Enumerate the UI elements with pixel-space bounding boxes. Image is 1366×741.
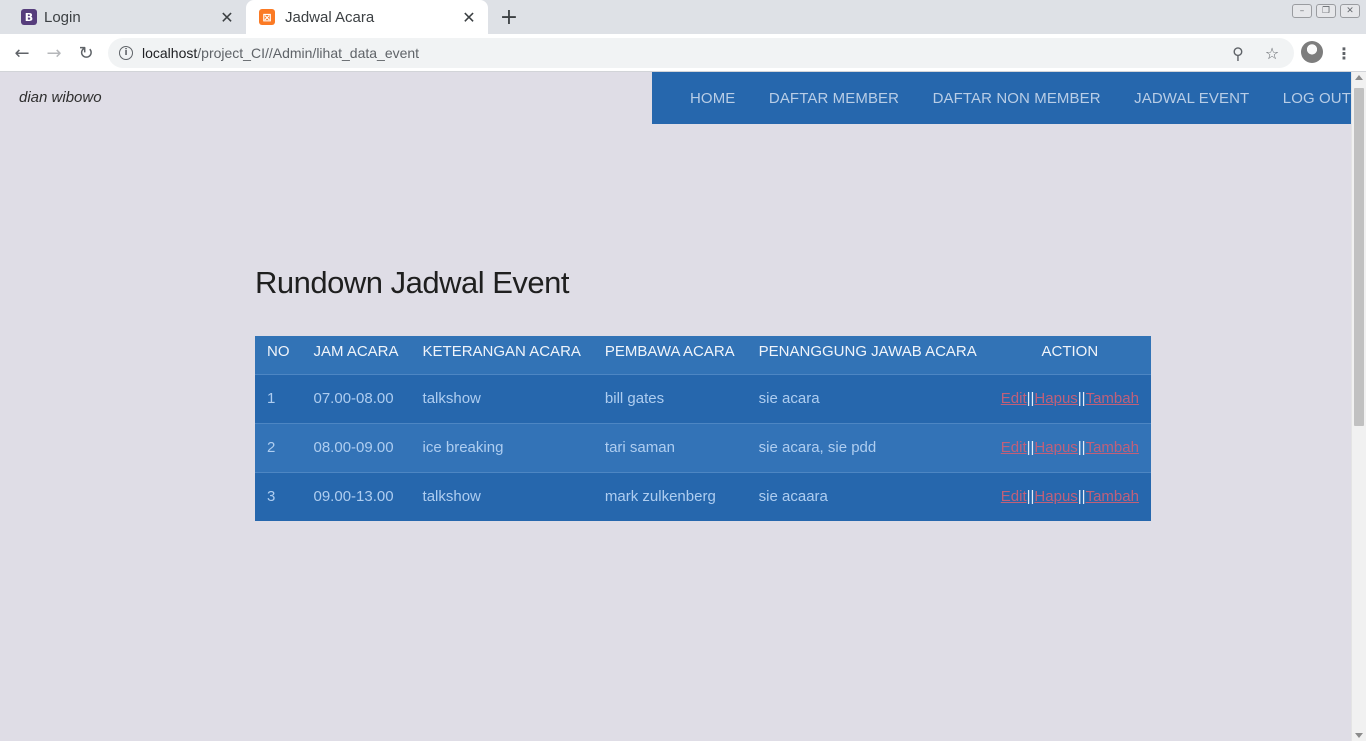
page-viewport: dian wibowo HOME DAFTAR MEMBER DAFTAR NO… (0, 72, 1366, 741)
edit-link[interactable]: Edit (1001, 439, 1027, 456)
bootstrap-favicon-icon: B (21, 9, 37, 25)
tambah-link[interactable]: Tambah (1086, 488, 1139, 505)
cell-actions: Edit||Hapus||Tambah (988, 373, 1151, 423)
bookmark-star-icon[interactable]: ☆ (1261, 42, 1283, 64)
cell-keterangan: talkshow (410, 373, 593, 423)
event-table: NO JAM ACARA KETERANGAN ACARA PEMBAWA AC… (255, 336, 1151, 521)
reload-icon[interactable]: ↻ (73, 40, 99, 66)
close-window-icon[interactable]: ✕ (1340, 4, 1360, 18)
tambah-link[interactable]: Tambah (1086, 390, 1139, 407)
back-arrow-icon[interactable]: ← (9, 40, 35, 66)
col-header-jam-acara: JAM ACARA (301, 336, 411, 374)
zoom-icon[interactable]: ⚲ (1227, 42, 1249, 64)
col-header-pembawa-acara: PEMBAWA ACARA (592, 336, 747, 374)
col-header-action: ACTION (988, 336, 1151, 374)
restore-icon[interactable]: ❐ (1316, 4, 1336, 18)
table-header-row: NO JAM ACARA KETERANGAN ACARA PEMBAWA AC… (255, 336, 1151, 374)
hapus-link[interactable]: Hapus (1034, 488, 1077, 505)
table-row: 1 07.00-08.00 talkshow bill gates sie ac… (255, 373, 1151, 423)
cell-no: 2 (255, 422, 302, 472)
cell-jam-acara: 09.00-13.00 (301, 471, 411, 521)
cell-penanggung-jawab: sie acaara (746, 471, 989, 521)
cell-jam-acara: 07.00-08.00 (301, 373, 411, 423)
xampp-favicon-icon: ⊠ (259, 9, 275, 25)
edit-link[interactable]: Edit (1001, 488, 1027, 505)
cell-penanggung-jawab: sie acara (746, 373, 989, 423)
close-tab-icon[interactable]: ✕ (216, 6, 238, 28)
cell-actions: Edit||Hapus||Tambah (988, 471, 1151, 521)
scroll-up-arrow-icon[interactable] (1355, 75, 1363, 80)
url-path: /project_CI//Admin/lihat_data_event (197, 45, 420, 61)
tab-title: Login (44, 8, 81, 26)
cell-keterangan: talkshow (410, 471, 593, 521)
new-tab-button[interactable]: + (497, 5, 521, 30)
tab-login[interactable]: B Login ✕ (0, 0, 246, 34)
cell-keterangan: ice breaking (410, 422, 593, 472)
main-navigation: HOME DAFTAR MEMBER DAFTAR NON MEMBER JAD… (652, 72, 1351, 124)
scrollbar-thumb[interactable] (1354, 88, 1364, 426)
tab-jadwal-acara[interactable]: ⊠ Jadwal Acara ✕ (246, 0, 488, 34)
address-bar[interactable]: i localhost/project_CI//Admin/lihat_data… (108, 38, 1294, 68)
col-header-keterangan-acara: KETERANGAN ACARA (410, 336, 593, 374)
hapus-link[interactable]: Hapus (1034, 390, 1077, 407)
cell-no: 3 (255, 471, 302, 521)
cell-pembawa: bill gates (592, 373, 747, 423)
url-host: localhost (142, 45, 198, 61)
brand-username: dian wibowo (19, 89, 102, 106)
col-header-no: NO (255, 336, 302, 374)
cell-no: 1 (255, 373, 302, 423)
browser-menu-icon[interactable]: ⋮ (1334, 40, 1354, 66)
table-row: 3 09.00-13.00 talkshow mark zulkenberg s… (255, 471, 1151, 521)
forward-arrow-icon[interactable]: → (41, 40, 67, 66)
close-tab-icon[interactable]: ✕ (458, 6, 480, 28)
site-info-icon[interactable]: i (119, 46, 133, 60)
nav-log-out[interactable]: LOG OUT (1283, 90, 1351, 107)
action-separator: || (1077, 439, 1086, 456)
url-text[interactable]: localhost/project_CI//Admin/lihat_data_e… (142, 45, 419, 61)
tab-title: Jadwal Acara (285, 8, 375, 26)
nav-daftar-non-member[interactable]: DAFTAR NON MEMBER (933, 90, 1101, 107)
page-scrollbar[interactable] (1351, 72, 1366, 741)
nav-daftar-member[interactable]: DAFTAR MEMBER (769, 90, 899, 107)
profile-avatar[interactable] (1301, 41, 1323, 63)
cell-jam-acara: 08.00-09.00 (301, 422, 411, 472)
cell-pembawa: tari saman (592, 422, 747, 472)
nav-home[interactable]: HOME (690, 90, 735, 107)
hapus-link[interactable]: Hapus (1034, 439, 1077, 456)
scroll-down-arrow-icon[interactable] (1355, 733, 1363, 738)
action-separator: || (1077, 390, 1086, 407)
cell-pembawa: mark zulkenberg (592, 471, 747, 521)
edit-link[interactable]: Edit (1001, 390, 1027, 407)
cell-actions: Edit||Hapus||Tambah (988, 422, 1151, 472)
table-row: 2 08.00-09.00 ice breaking tari saman si… (255, 422, 1151, 472)
minimize-icon[interactable]: – (1292, 4, 1312, 18)
col-header-penanggung-jawab: PENANGGUNG JAWAB ACARA (746, 336, 989, 374)
cell-penanggung-jawab: sie acara, sie pdd (746, 422, 989, 472)
nav-jadwal-event[interactable]: JADWAL EVENT (1134, 90, 1249, 107)
event-table-container: NO JAM ACARA KETERANGAN ACARA PEMBAWA AC… (255, 336, 1151, 521)
action-separator: || (1077, 488, 1086, 506)
tambah-link[interactable]: Tambah (1086, 439, 1139, 456)
window-controls: – ❐ ✕ (1292, 4, 1360, 18)
page-title: Rundown Jadwal Event (255, 265, 569, 300)
browser-tab-strip: B Login ✕ ⊠ Jadwal Acara ✕ + – ❐ ✕ (0, 0, 1366, 34)
browser-toolbar: ← → ↻ i localhost/project_CI//Admin/liha… (0, 34, 1366, 72)
